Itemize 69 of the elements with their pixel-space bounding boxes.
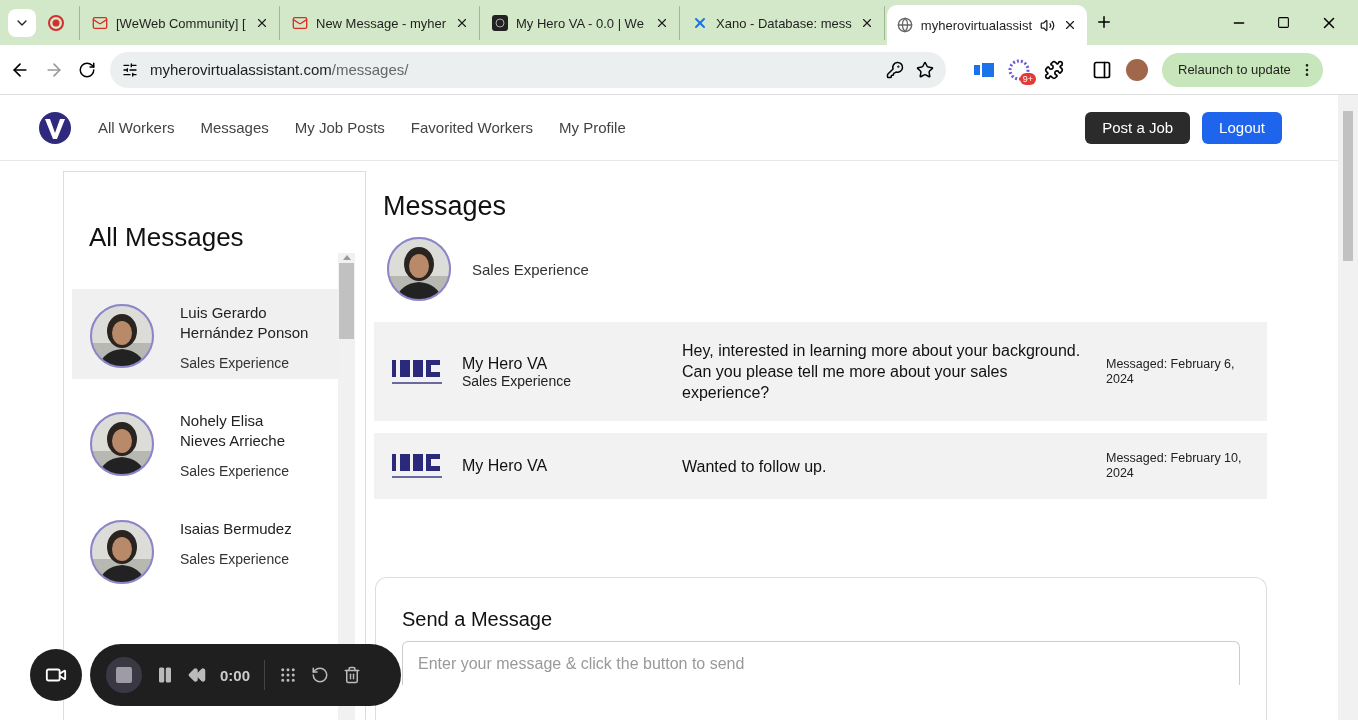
mail-icon: [92, 15, 108, 31]
page-scrollbar[interactable]: [1338, 95, 1358, 720]
message-date: Messaged: February 10, 2024: [1106, 451, 1243, 481]
logo-icon: [390, 451, 444, 481]
browser-tab[interactable]: myherovirtualassist: [886, 5, 1088, 45]
notification-badge: 9+: [1019, 72, 1036, 85]
key-icon[interactable]: [886, 60, 904, 79]
message-text: Hey, interested in learning more about your background. Can you please tell me more about your sales experience?: [682, 341, 1082, 403]
pause-icon[interactable]: [156, 666, 174, 684]
close-icon[interactable]: [455, 16, 469, 30]
message-text: Wanted to follow up.: [682, 456, 828, 477]
sender-tagline: Sales Experience: [462, 372, 572, 389]
delete-icon[interactable]: [343, 666, 362, 684]
relaunch-button[interactable]: Relaunch to update: [1162, 52, 1323, 87]
browser-tab[interactable]: Xano - Database: mess: [682, 6, 885, 40]
profile-avatar[interactable]: [1126, 58, 1148, 81]
message-date: Messaged: February 6, 2024: [1106, 356, 1236, 387]
nav-link[interactable]: All Workers: [98, 119, 175, 136]
side-panel-icon[interactable]: [1092, 59, 1112, 80]
speaker-icon[interactable]: [1040, 17, 1056, 33]
app-icon: [492, 15, 508, 31]
worker-tagline: Sales Experience: [180, 551, 290, 567]
restart-icon[interactable]: [311, 666, 330, 684]
post-job-button[interactable]: Post a Job: [1085, 111, 1191, 144]
record-icon: [48, 15, 64, 31]
stop-icon: [116, 667, 132, 683]
worker-name: Luis Gerardo Hernández Ponson: [180, 303, 310, 343]
x-logo-icon: [692, 15, 708, 31]
scrollbar-thumb[interactable]: [339, 263, 354, 339]
compose-title: Send a Message: [402, 608, 554, 631]
recording-time: 0:00: [220, 666, 251, 684]
browser-tab[interactable]: New Message - myher: [282, 6, 480, 40]
maximize-icon[interactable]: [1277, 16, 1290, 29]
worker-tagline: Sales Experience: [180, 355, 290, 371]
sidebar-title: All Messages: [89, 222, 245, 253]
logout-button[interactable]: Logout: [1202, 111, 1282, 144]
extensions-icon[interactable]: [1044, 59, 1064, 80]
nav-link[interactable]: My Profile: [559, 119, 626, 136]
browser-tab[interactable]: My Hero VA - 0.0 | We: [482, 6, 680, 40]
site-settings-icon[interactable]: [122, 61, 138, 78]
logo-icon[interactable]: [38, 110, 72, 145]
reload-icon[interactable]: [78, 60, 96, 79]
grid-icon[interactable]: [279, 666, 298, 684]
tab-search-button[interactable]: [8, 9, 36, 37]
sender-name: My Hero VA: [462, 457, 549, 475]
close-icon[interactable]: [655, 16, 669, 30]
close-icon[interactable]: [255, 16, 269, 30]
address-bar[interactable]: myherovirtualassistant.com/messages/: [110, 51, 946, 88]
conversation-item[interactable]: Isaias Bermudez Sales Experience: [72, 505, 338, 595]
mail-icon: [292, 15, 308, 31]
page-title: Messages: [383, 191, 508, 222]
globe-icon: [896, 17, 913, 33]
nav-link[interactable]: My Job Posts: [294, 119, 385, 136]
worker-tagline: Sales Experience: [472, 260, 589, 278]
nav-link[interactable]: Favorited Workers: [410, 119, 534, 136]
scrollbar-thumb[interactable]: [1343, 111, 1353, 261]
stop-button[interactable]: [106, 657, 142, 693]
extension-icon[interactable]: [974, 61, 994, 78]
nav-link[interactable]: Messages: [200, 119, 269, 136]
conversation-item[interactable]: Luis Gerardo Hernández Ponson Sales Experience: [72, 289, 338, 379]
worker-name: Nohely Elisa Nieves Arrieche: [180, 411, 287, 451]
conversation-item[interactable]: Nohely Elisa Nieves Arrieche Sales Experience: [72, 397, 338, 487]
worker-tagline: Sales Experience: [180, 463, 290, 479]
browser-tab[interactable]: [WeWeb Community] [: [82, 6, 280, 40]
message-input[interactable]: Enter your message & click the button to send: [402, 641, 1240, 685]
star-icon[interactable]: [916, 60, 934, 79]
rewind-icon[interactable]: [188, 666, 206, 684]
worker-name: Isaias Bermudez: [180, 519, 293, 539]
sender-name: My Hero VA: [462, 354, 549, 373]
